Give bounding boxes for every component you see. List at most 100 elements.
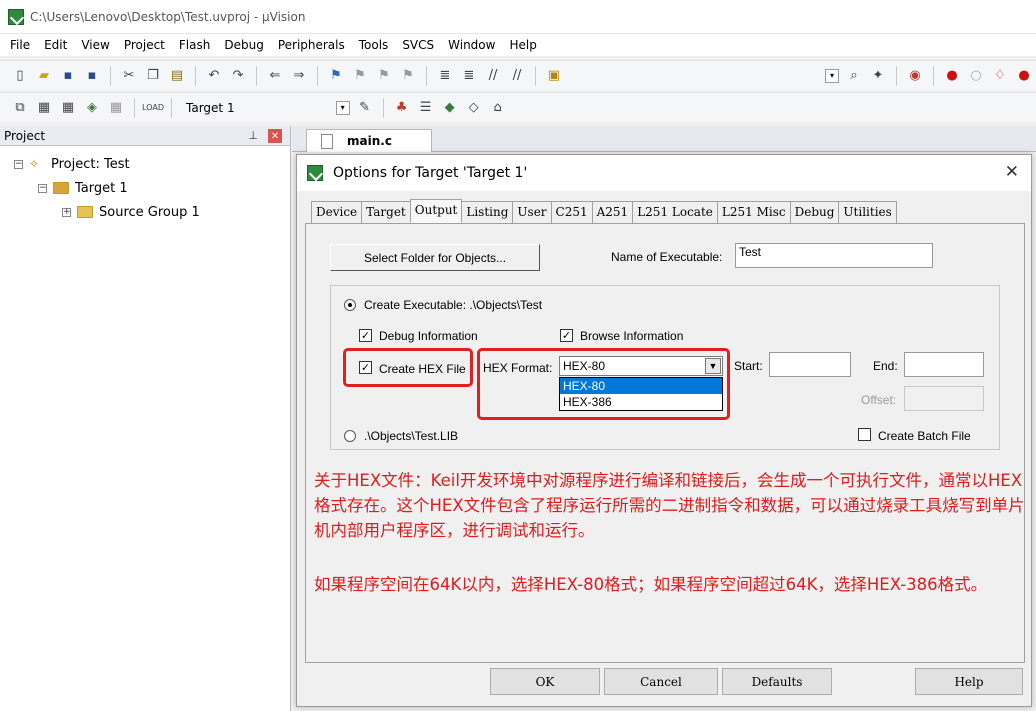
close-icon[interactable]: ✕: [1005, 162, 1019, 182]
tab-debug[interactable]: Debug: [789, 201, 840, 223]
redo-icon[interactable]: ↷: [229, 67, 247, 85]
menu-file[interactable]: File: [10, 38, 30, 52]
rebuild-icon[interactable]: ▦: [59, 99, 77, 117]
collapse-icon[interactable]: −: [14, 159, 23, 169]
menu-svcs[interactable]: SVCS: [402, 38, 434, 52]
manage-rte-icon[interactable]: ◆: [441, 99, 459, 117]
unindent-icon[interactable]: ≣: [460, 67, 478, 85]
menu-peripherals[interactable]: Peripherals: [278, 38, 345, 52]
defaults-button[interactable]: Defaults: [722, 668, 832, 695]
toolbar-separator: [317, 65, 318, 86]
tree-item-source-group[interactable]: + Source Group 1: [14, 200, 290, 224]
target-dropdown-icon[interactable]: ▾: [335, 100, 350, 115]
tab-target[interactable]: Target: [361, 201, 411, 223]
offset-label: Offset:: [861, 393, 897, 407]
editor-tab-main-c[interactable]: main.c: [306, 129, 432, 152]
manage-project-icon[interactable]: ♣: [393, 99, 411, 117]
start-debug-icon[interactable]: ◉: [906, 67, 924, 85]
menu-project[interactable]: Project: [124, 38, 165, 52]
menu-debug[interactable]: Debug: [224, 38, 263, 52]
uncomment-icon[interactable]: //: [508, 67, 526, 85]
tab-device[interactable]: Device: [311, 201, 363, 223]
panel-close-icon[interactable]: ✕: [268, 129, 282, 143]
copy-icon[interactable]: ❐: [144, 67, 162, 85]
find-in-files-icon[interactable]: ▣: [545, 67, 563, 85]
tab-l251-misc[interactable]: L251 Misc: [716, 201, 791, 223]
dialog-tabs: Device Target Output Listing User C251 A…: [311, 199, 897, 223]
create-executable-radio[interactable]: [344, 299, 356, 311]
bookmark-prev-icon[interactable]: ⚑: [351, 67, 369, 85]
tab-output[interactable]: Output: [409, 199, 463, 223]
end-label: End:: [873, 359, 898, 373]
expand-icon[interactable]: +: [62, 207, 71, 217]
save-icon[interactable]: ▪: [59, 67, 77, 85]
comment-icon[interactable]: //: [484, 67, 502, 85]
select-packs-icon[interactable]: ☰: [417, 99, 435, 117]
tab-a251[interactable]: A251: [591, 201, 634, 223]
offset-field: [904, 386, 984, 411]
toolbar-separator: [171, 97, 172, 118]
start-address-field[interactable]: [769, 352, 851, 377]
tab-c251[interactable]: C251: [550, 201, 593, 223]
menu-edit[interactable]: Edit: [44, 38, 67, 52]
menu-flash[interactable]: Flash: [179, 38, 210, 52]
bookmark-icon[interactable]: ⚑: [327, 67, 345, 85]
paste-icon[interactable]: ▤: [168, 67, 186, 85]
undo-icon[interactable]: ↶: [205, 67, 223, 85]
breakpoint-enable-icon[interactable]: ○: [967, 67, 985, 85]
browse-information-checkbox[interactable]: ✓: [560, 329, 573, 342]
bookmark-clear-icon[interactable]: ⚑: [399, 67, 417, 85]
select-folder-button[interactable]: Select Folder for Objects...: [330, 244, 540, 271]
download-icon[interactable]: LOAD: [142, 99, 164, 117]
name-of-executable-field[interactable]: Test: [735, 243, 933, 268]
create-library-radio[interactable]: [344, 430, 356, 442]
nav-back-icon[interactable]: ⇐: [266, 67, 284, 85]
indent-icon[interactable]: ≣: [436, 67, 454, 85]
nav-forward-icon[interactable]: ⇒: [290, 67, 308, 85]
ok-button[interactable]: OK: [490, 668, 600, 695]
build-icon[interactable]: ▦: [35, 99, 53, 117]
new-file-icon[interactable]: ▯: [11, 67, 29, 85]
open-folder-icon[interactable]: ▰: [35, 67, 53, 85]
folder-icon: [77, 206, 93, 218]
annotation-note-hex: 关于HEX文件：Keil开发环境中对源程序进行编译和链接后，会生成一个可执行文件…: [314, 471, 1025, 540]
collapse-icon[interactable]: −: [38, 183, 47, 193]
editor-tab-label: main.c: [347, 134, 392, 148]
find-dropdown-icon[interactable]: ▾: [825, 68, 839, 83]
tab-listing[interactable]: Listing: [461, 201, 514, 223]
breakpoint-insert-icon[interactable]: ●: [943, 67, 961, 85]
menu-help[interactable]: Help: [509, 38, 536, 52]
cancel-button[interactable]: Cancel: [604, 668, 718, 695]
options-for-target-icon[interactable]: ✎: [356, 99, 374, 117]
pack-installer-icon[interactable]: ⌂: [489, 99, 507, 117]
tab-l251-locate[interactable]: L251 Locate: [632, 201, 718, 223]
breakpoint-disable-all-icon[interactable]: ♢: [991, 67, 1009, 85]
pin-icon[interactable]: ⊥: [248, 129, 258, 142]
menu-tools[interactable]: Tools: [359, 38, 389, 52]
breakpoint-kill-all-icon[interactable]: ●: [1015, 67, 1033, 85]
tree-item-project[interactable]: − ✧ Project: Test: [14, 152, 290, 176]
tab-user[interactable]: User: [512, 201, 552, 223]
menu-view[interactable]: View: [81, 38, 109, 52]
library-path-label: .\Objects\Test.LIB: [364, 429, 459, 443]
debug-information-checkbox[interactable]: ✓: [359, 329, 372, 342]
end-address-field[interactable]: [904, 352, 984, 377]
toolbar-separator: [134, 97, 135, 118]
incremental-find-icon[interactable]: ⌕: [845, 67, 863, 85]
debug-session-icon[interactable]: ✦: [869, 67, 887, 85]
batch-build-icon[interactable]: ◈: [83, 99, 101, 117]
stop-build-icon[interactable]: ▦: [107, 99, 125, 117]
window-titlebar: C:\Users\Lenovo\Desktop\Test.uvproj - µV…: [0, 0, 1036, 34]
tab-utilities[interactable]: Utilities: [838, 201, 897, 223]
select-software-icon[interactable]: ◇: [465, 99, 483, 117]
save-all-icon[interactable]: ▪: [83, 67, 101, 85]
project-icon: ✧: [29, 157, 40, 171]
bookmark-next-icon[interactable]: ⚑: [375, 67, 393, 85]
translate-icon[interactable]: ⧉: [11, 99, 29, 117]
target-select[interactable]: Target 1: [186, 101, 235, 115]
menu-window[interactable]: Window: [448, 38, 495, 52]
cut-icon[interactable]: ✂: [120, 67, 138, 85]
tree-item-target[interactable]: − Target 1: [14, 176, 290, 200]
help-button[interactable]: Help: [915, 668, 1023, 695]
create-batch-checkbox[interactable]: [858, 428, 871, 441]
